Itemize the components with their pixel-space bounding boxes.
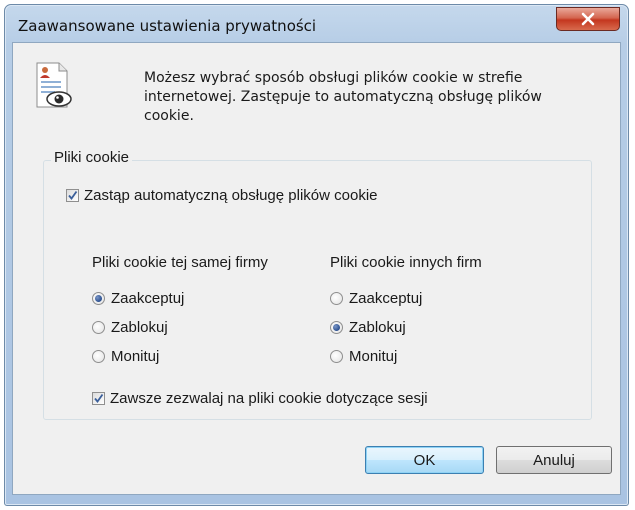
ok-button[interactable]: OK	[365, 446, 484, 474]
radio-button[interactable]	[330, 321, 343, 334]
advanced-privacy-settings-dialog: Zaawansowane ustawienia prywatności Może…	[4, 4, 629, 506]
close-button[interactable]	[556, 7, 620, 31]
first-party-accept-radio[interactable]: Zaakceptuj	[92, 290, 184, 307]
window-title: Zaawansowane ustawienia prywatności	[18, 17, 317, 35]
session-checkbox-box[interactable]	[92, 392, 105, 405]
cookies-groupbox: Pliki cookie Zastąp automatyczną obsługę…	[43, 149, 592, 420]
radio-label: Zablokuj	[349, 319, 406, 336]
radio-button[interactable]	[92, 292, 105, 305]
first-party-prompt-radio[interactable]: Monituj	[92, 348, 159, 365]
radio-label: Monituj	[111, 348, 160, 365]
privacy-document-eye-icon	[36, 62, 72, 108]
third-party-heading: Pliki cookie innych firm	[330, 254, 482, 271]
radio-label: Zablokuj	[111, 319, 168, 336]
cancel-button[interactable]: Anuluj	[496, 446, 612, 474]
radio-button[interactable]	[92, 321, 105, 334]
third-party-block-radio[interactable]: Zablokuj	[330, 319, 406, 336]
close-x-icon	[581, 12, 595, 26]
dialog-body: Możesz wybrać sposób obsługi plików cook…	[12, 42, 621, 495]
override-checkbox-label: Zastąp automatyczną obsługę plików cooki…	[84, 187, 378, 204]
override-automatic-cookies-checkbox[interactable]: Zastąp automatyczną obsługę plików cooki…	[66, 187, 378, 204]
group-legend: Pliki cookie	[51, 149, 133, 166]
radio-label: Zaakceptuj	[349, 290, 423, 307]
radio-button[interactable]	[330, 350, 343, 363]
third-party-prompt-radio[interactable]: Monituj	[330, 348, 397, 365]
radio-label: Monituj	[349, 348, 398, 365]
third-party-accept-radio[interactable]: Zaakceptuj	[330, 290, 422, 307]
title-bar[interactable]: Zaawansowane ustawienia prywatności	[5, 5, 628, 45]
checkmark-icon	[68, 190, 78, 200]
always-allow-session-cookies-checkbox[interactable]: Zawsze zezwalaj na pliki cookie dotycząc…	[92, 390, 428, 407]
checkmark-icon	[94, 393, 104, 403]
first-party-block-radio[interactable]: Zablokuj	[92, 319, 168, 336]
radio-button[interactable]	[330, 292, 343, 305]
radio-label: Zaakceptuj	[111, 290, 185, 307]
override-checkbox-box[interactable]	[66, 189, 79, 202]
intro-text: Możesz wybrać sposób obsługi plików cook…	[144, 70, 542, 124]
session-checkbox-label: Zawsze zezwalaj na pliki cookie dotycząc…	[110, 390, 428, 407]
radio-button[interactable]	[92, 350, 105, 363]
first-party-heading: Pliki cookie tej samej firmy	[92, 254, 268, 271]
